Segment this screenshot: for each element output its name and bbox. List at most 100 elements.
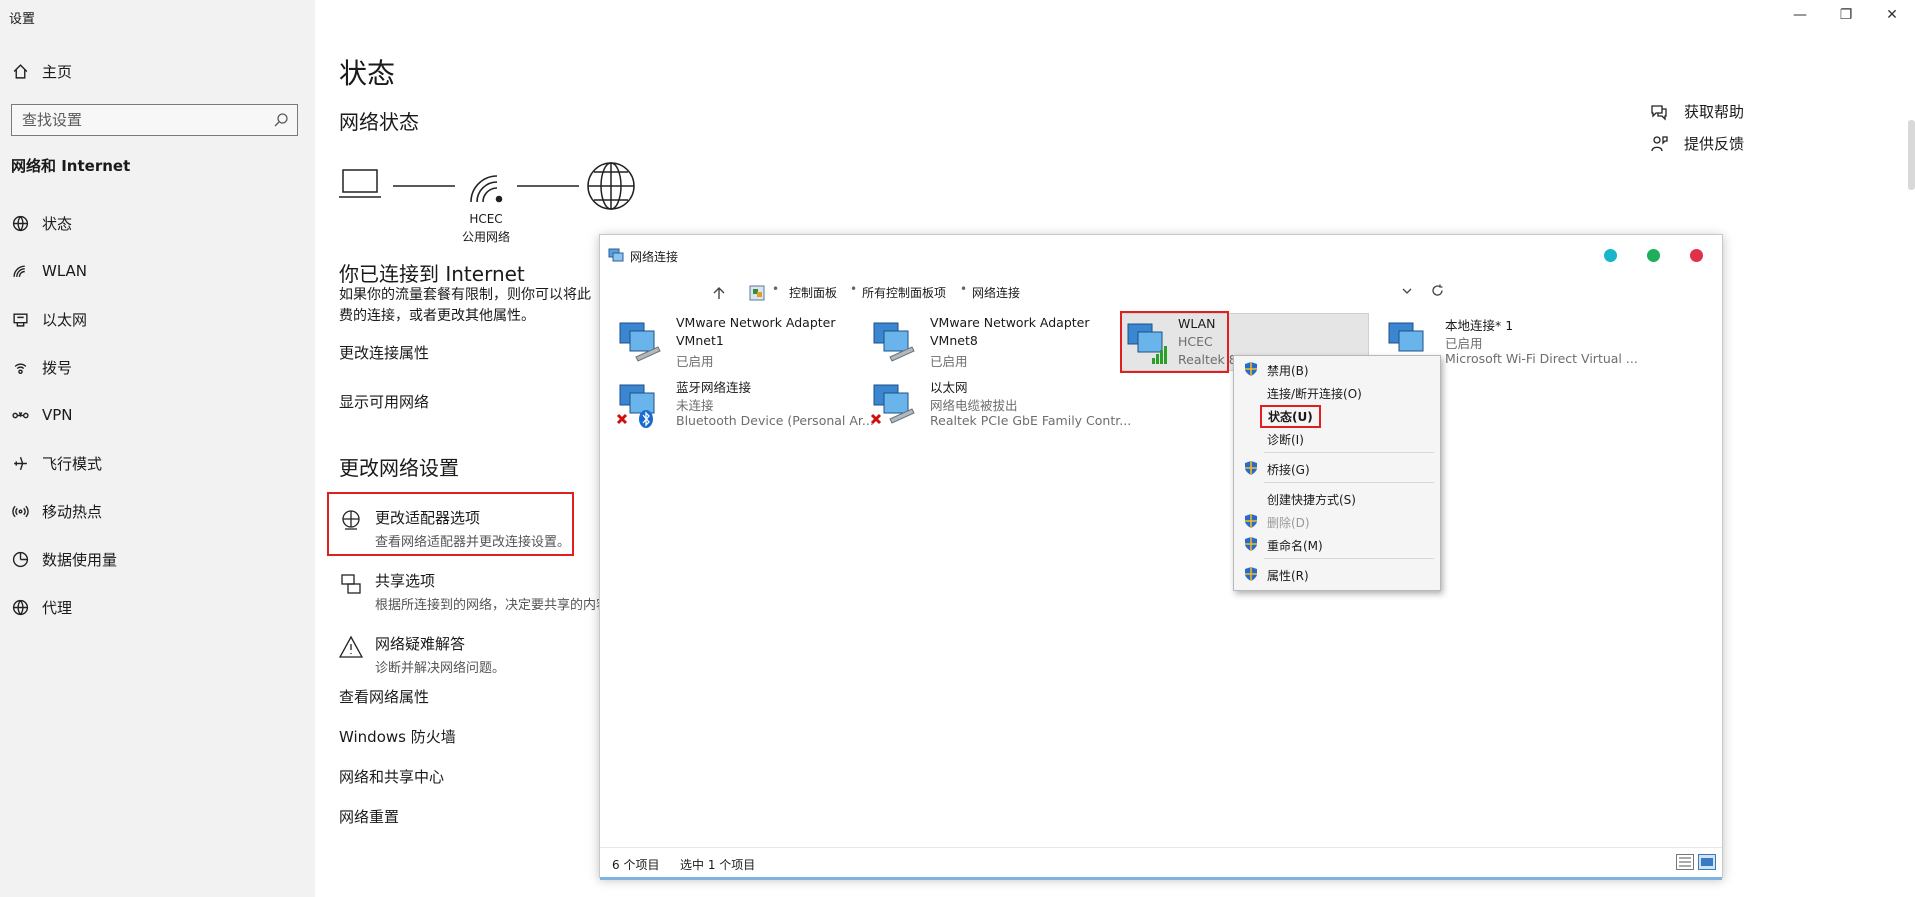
breadcrumb-separator: •: [772, 282, 780, 296]
menu-item-delete[interactable]: 删除(D): [1234, 510, 1440, 532]
sidebar-item-label: 状态: [42, 214, 73, 233]
menu-item-status[interactable]: 状态(U): [1234, 404, 1440, 428]
close-dot-button[interactable]: [1690, 249, 1703, 262]
menu-item-label: 禁用(B): [1267, 364, 1309, 378]
connection-item-vmnet8[interactable]: VMware Network Adapter VMnet8 已启用: [860, 313, 1110, 371]
data-usage-icon: [10, 549, 30, 569]
breadcrumb-separator: •: [850, 282, 858, 296]
uac-shield-icon: [1245, 461, 1257, 475]
connection-status: 未连接: [676, 398, 714, 413]
status-bar: 6 个项目 选中 1 个项目: [600, 847, 1722, 877]
sharing-icon: [339, 572, 365, 602]
window-titlebar[interactable]: 网络连接: [600, 235, 1722, 275]
uac-shield-icon: [1245, 567, 1257, 581]
close-button[interactable]: ✕: [1869, 0, 1915, 30]
wifi-icon: [470, 175, 503, 203]
sidebar-item-label: 拨号: [42, 358, 73, 377]
show-available-networks-link[interactable]: 显示可用网络: [339, 391, 429, 412]
restore-button[interactable]: ❐: [1823, 0, 1869, 30]
network-name: HCEC: [469, 212, 503, 226]
connected-description: 如果你的流量套餐有限制，则你可以将此 费的连接，或者更改其他属性。: [339, 285, 599, 327]
breadcrumb-network-connections[interactable]: 网络连接: [972, 284, 1020, 301]
network-troubleshooter[interactable]: 网络疑难解答 诊断并解决网络问题。: [338, 633, 506, 676]
sidebar-item-home[interactable]: 主页: [0, 51, 315, 91]
menu-item-create-shortcut[interactable]: 创建快捷方式(S): [1234, 487, 1440, 509]
menu-separator: [1264, 452, 1434, 453]
ethernet-icon: [10, 309, 30, 329]
network-adapter-icon: [873, 322, 915, 362]
connection-item-bluetooth[interactable]: 蓝牙网络连接 未连接 Bluetooth Device (Personal Ar…: [606, 375, 874, 433]
feedback-label: 提供反馈: [1684, 135, 1745, 153]
network-status-heading: 网络状态: [339, 110, 419, 134]
maximize-dot-button[interactable]: [1647, 249, 1660, 262]
sidebar-item-dialup[interactable]: 拨号: [0, 347, 315, 387]
sidebar-item-ethernet[interactable]: 以太网: [0, 299, 315, 339]
minimize-dot-button[interactable]: [1604, 249, 1617, 262]
change-connection-properties-link[interactable]: 更改连接属性: [339, 342, 429, 363]
window-title: 网络连接: [630, 250, 679, 264]
feedback-link[interactable]: 提供反馈: [1650, 133, 1744, 154]
details-view-icon[interactable]: [1676, 854, 1694, 870]
connection-item-vmnet1[interactable]: VMware Network Adapter VMnet1 已启用: [606, 313, 856, 371]
network-sharing-center-link[interactable]: 网络和共享中心: [339, 766, 444, 787]
menu-item-disable[interactable]: 禁用(B): [1234, 358, 1440, 380]
connection-item-ethernet[interactable]: 以太网 网络电缆被拔出 Realtek PCIe GbE Family Cont…: [860, 375, 1131, 433]
feedback-icon: [1651, 135, 1668, 151]
sidebar-item-label: 移动热点: [42, 502, 103, 521]
globe-icon: [587, 162, 635, 210]
change-network-settings-heading: 更改网络设置: [339, 456, 459, 480]
breadcrumb-all-items[interactable]: 所有控制面板项: [862, 284, 946, 301]
connection-status: 已启用: [930, 354, 968, 369]
connection-detail: VMnet1: [676, 333, 724, 348]
sidebar-item-proxy[interactable]: 代理: [0, 587, 315, 627]
sidebar-section-title: 网络和 Internet: [11, 157, 131, 175]
connected-desc-line: 费的连接，或者更改其他属性。: [339, 308, 535, 324]
sidebar-item-status[interactable]: 状态: [0, 203, 315, 243]
sidebar-item-airplane[interactable]: 飞行模式: [0, 443, 315, 483]
menu-item-rename[interactable]: 重命名(M): [1234, 533, 1440, 555]
search-icon[interactable]: [273, 112, 289, 128]
menu-item-properties[interactable]: 属性(R): [1234, 563, 1440, 585]
menu-item-connect-disconnect[interactable]: 连接/断开连接(O): [1234, 381, 1440, 403]
vpn-icon: [10, 405, 30, 425]
sidebar-item-data-usage[interactable]: 数据使用量: [0, 539, 315, 579]
menu-item-label: 创建快捷方式(S): [1267, 493, 1356, 507]
chevron-down-icon[interactable]: [1401, 285, 1413, 297]
connection-name: VMware Network Adapter: [930, 315, 1090, 330]
breadcrumb-control-panel[interactable]: 控制面板: [789, 284, 837, 301]
sharing-options[interactable]: 共享选项 根据所连接到的网络，决定要共享的内容: [339, 570, 609, 613]
bluetooth-adapter-icon: [616, 384, 655, 428]
tiles-view-icon[interactable]: [1698, 854, 1716, 870]
search-input[interactable]: [12, 111, 262, 129]
windows-firewall-link[interactable]: Windows 防火墙: [339, 726, 456, 747]
get-help-link[interactable]: 获取帮助: [1650, 101, 1744, 122]
airplane-icon: [10, 453, 30, 473]
control-panel-icon: [749, 285, 765, 301]
sidebar-item-label: 主页: [42, 62, 73, 81]
refresh-icon[interactable]: [1431, 284, 1444, 297]
scrollbar-thumb[interactable]: [1908, 120, 1915, 190]
menu-item-diagnose[interactable]: 诊断(I): [1234, 427, 1440, 449]
connections-list: VMware Network Adapter VMnet1 已启用 VMware…: [600, 313, 1722, 833]
view-network-properties-link[interactable]: 查看网络属性: [339, 686, 429, 707]
window-controls: — ❐ ✕: [1777, 0, 1915, 30]
sidebar-item-hotspot[interactable]: 移动热点: [0, 491, 315, 531]
network-reset-link[interactable]: 网络重置: [339, 806, 399, 827]
menu-item-label: 连接/断开连接(O): [1267, 387, 1362, 401]
get-help-label: 获取帮助: [1684, 103, 1745, 121]
connection-device: Bluetooth Device (Personal Ar...: [676, 413, 874, 428]
ethernet-adapter-icon: [870, 384, 915, 425]
sidebar-item-label: VPN: [42, 406, 73, 424]
minimize-button[interactable]: —: [1777, 0, 1823, 30]
settings-sidebar: 设置 主页 网络和 Internet 状态 WLAN 以太网 拨号 VPN 飞行…: [0, 0, 315, 897]
menu-item-bridge[interactable]: 桥接(G): [1234, 457, 1440, 479]
warning-icon: [338, 635, 365, 665]
up-arrow-icon[interactable]: [712, 286, 726, 300]
search-box[interactable]: [11, 104, 298, 136]
option-desc: 诊断并解决网络问题。: [375, 661, 506, 676]
sidebar-item-wlan[interactable]: WLAN: [0, 251, 315, 291]
option-title: 网络疑难解答: [375, 635, 466, 653]
sidebar-item-vpn[interactable]: VPN: [0, 395, 315, 435]
connection-detail: VMnet8: [930, 333, 978, 348]
menu-item-label: 诊断(I): [1267, 433, 1304, 447]
